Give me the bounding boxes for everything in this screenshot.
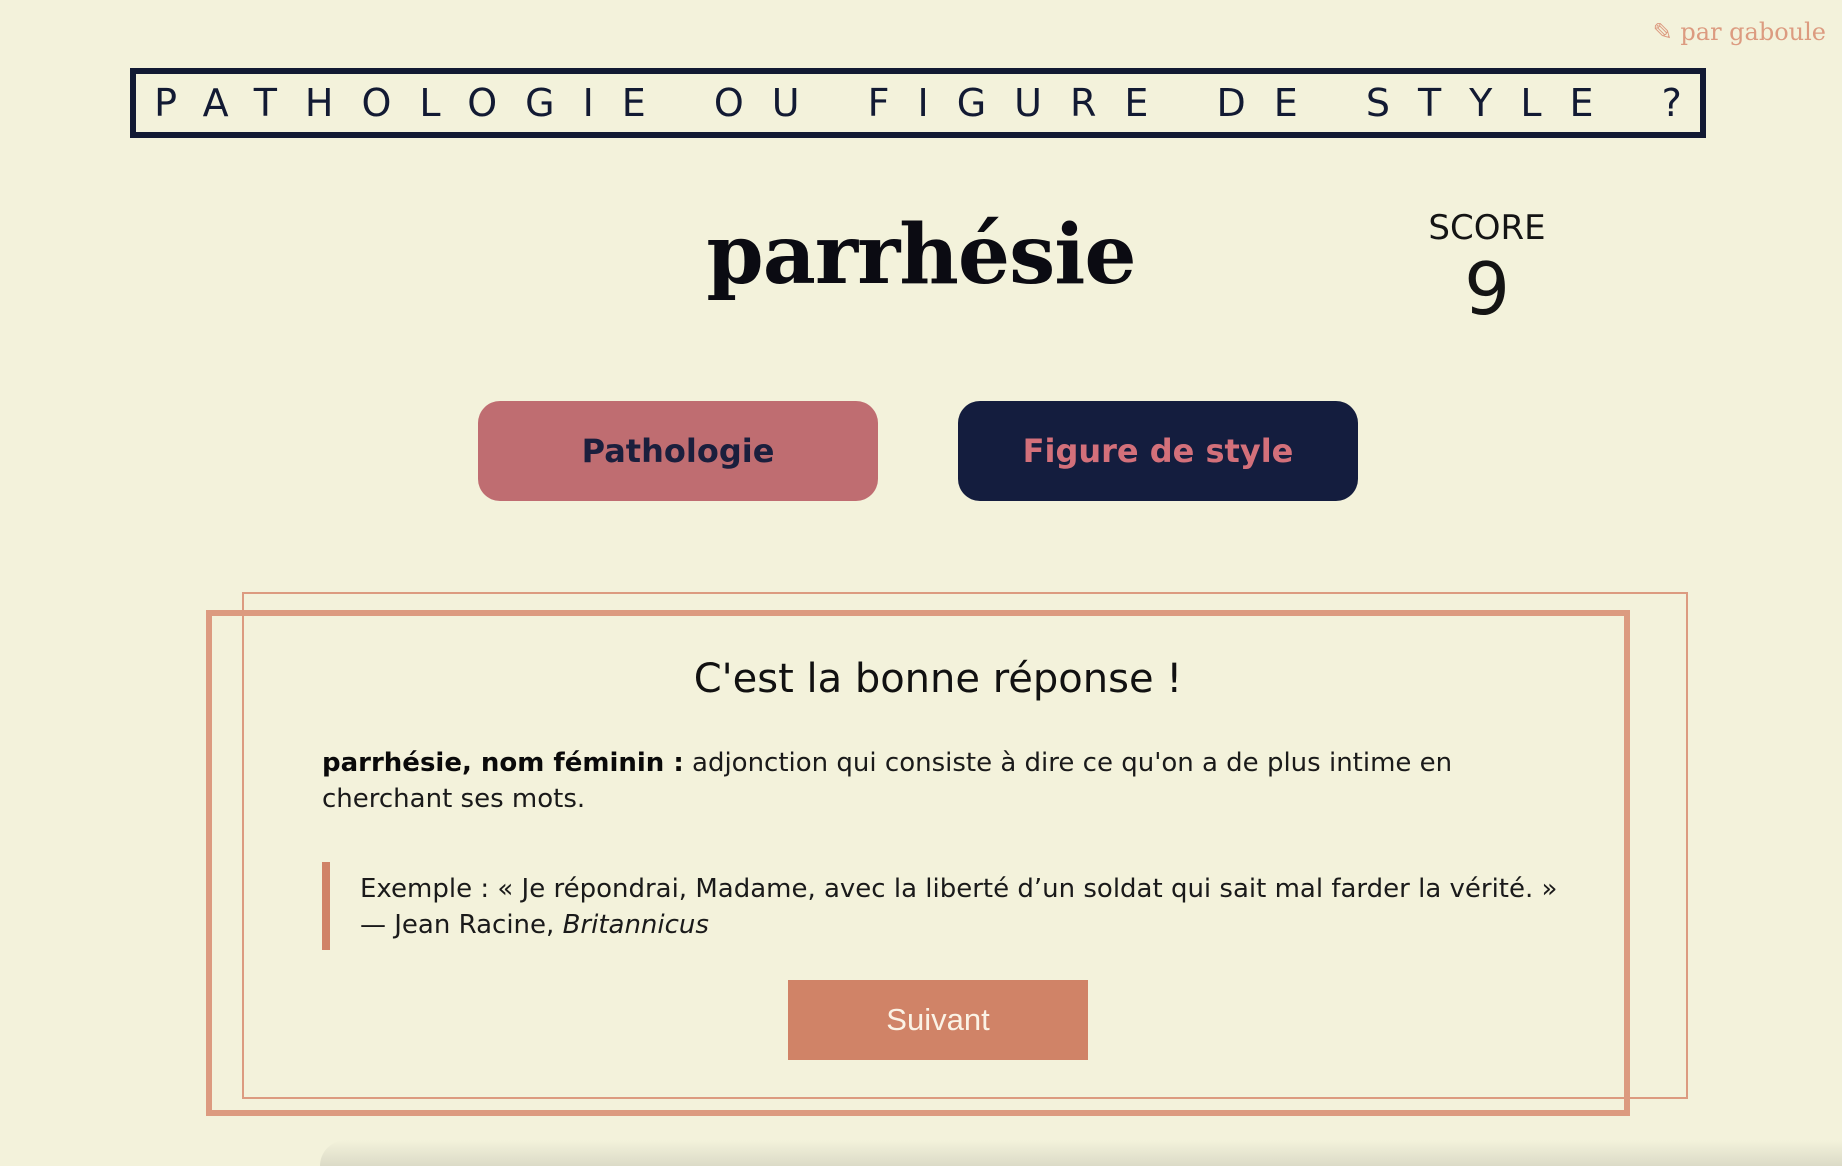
example-quote-block: Exemple : « Je répondrai, Madame, avec l… <box>322 862 1562 950</box>
definition-term: parrhésie, nom féminin : <box>322 748 684 778</box>
next-button[interactable]: Suivant <box>788 980 1088 1060</box>
score-label: SCORE <box>1428 208 1546 248</box>
example-work-title: Britannicus <box>562 910 709 940</box>
example-quote: Exemple : « Je répondrai, Madame, avec l… <box>360 874 1558 904</box>
author-link[interactable]: ✎ par gaboule <box>1653 18 1826 46</box>
score-value: 9 <box>1464 247 1510 331</box>
definition: parrhésie, nom féminin : adjonction qui … <box>322 745 1562 817</box>
example-attribution: — Jean Racine, Britannicus <box>360 907 1562 943</box>
figure-de-style-button[interactable]: Figure de style <box>958 401 1358 501</box>
example-author: — Jean Racine, <box>360 910 563 940</box>
title-banner: PATHOLOGIE OU FIGURE DE STYLE ? <box>130 68 1706 138</box>
page-title: PATHOLOGIE OU FIGURE DE STYLE ? <box>154 81 1710 125</box>
score-panel: SCORE 9 <box>1407 208 1567 330</box>
bottom-shadow <box>320 1140 1842 1166</box>
pathologie-button[interactable]: Pathologie <box>478 401 878 501</box>
verdict-heading: C'est la bonne réponse ! <box>693 656 1183 702</box>
